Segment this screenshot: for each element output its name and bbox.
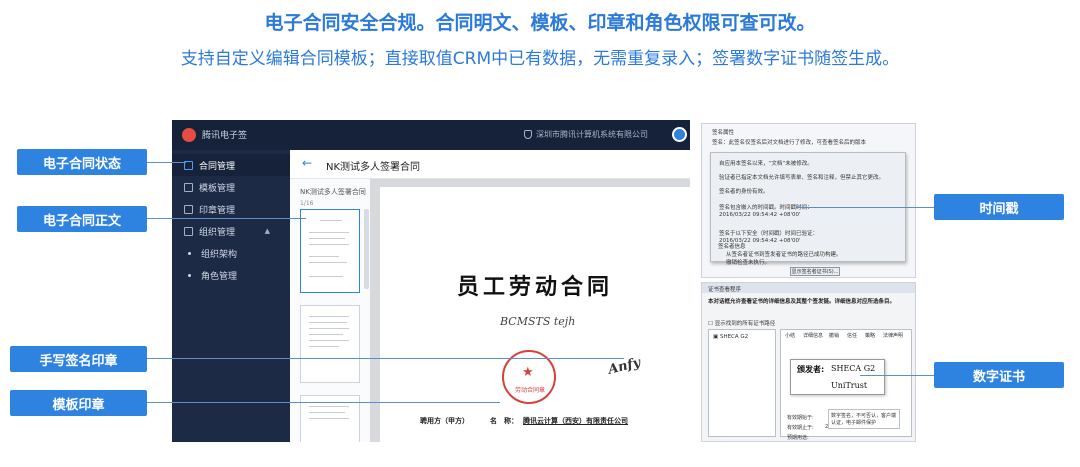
tab-trust[interactable]: 信任	[847, 332, 857, 339]
e-sign-app-screenshot: 腾讯电子签 深圳市腾讯计算机系统有限公司 合同管理 模板管理 印章管理 组织管理…	[172, 120, 690, 442]
signature-properties-screenshot: 签名属性 签名：此签名仅签名后对文档进行了修改，可查看签名后的版本 自应用本签名…	[701, 123, 916, 278]
connector-line	[146, 218, 306, 219]
page-indicator: 1/16	[300, 200, 314, 207]
connector-line	[146, 162, 186, 163]
field-label: 有效期始于:	[787, 415, 814, 421]
company-name: 深圳市腾讯计算机系统有限公司	[536, 130, 648, 139]
dialog-heading: 签名属性	[712, 130, 735, 136]
party-name-label: 名 称：	[490, 417, 518, 425]
organization-icon	[184, 226, 193, 236]
tab-legal[interactable]: 法律声明	[883, 332, 903, 339]
app-logo-icon	[182, 128, 196, 142]
dialog-description: 本对话框允许查看证书的详细信息及其整个签发链。详细信息对应所选条目。	[708, 299, 896, 305]
document-page: 员工劳动合同 BCMSTS tejh ★ 劳动合同章 Anfy 聘用方（甲方） …	[380, 187, 690, 442]
tab-revocation[interactable]: 撤销	[829, 332, 839, 339]
user-avatar[interactable]	[672, 127, 687, 142]
shield-icon	[524, 130, 532, 139]
signer-info-label: 签名者信息	[718, 244, 746, 250]
callout-contract-status: 电子合同状态	[17, 149, 147, 175]
dialog-title-bar: 证书查看程序	[702, 283, 915, 293]
sidebar: 合同管理 模板管理 印章管理 组织管理 ▲ 组织架构 角色管理	[172, 150, 290, 442]
connector-line	[796, 207, 934, 208]
connector-line	[146, 358, 624, 359]
tab-details[interactable]: 详细信息	[803, 332, 823, 339]
validity-line: 签名者的身份有效。	[719, 189, 769, 195]
callout-timestamp: 时间戳	[934, 194, 1064, 220]
sidebar-item-org-structure[interactable]: 组织架构	[172, 242, 290, 264]
tab-policy[interactable]: 策略	[865, 332, 875, 339]
sidebar-item-label: 合同管理	[199, 161, 236, 172]
sidebar-item-label: 组织架构	[201, 249, 238, 260]
callout-contract-body: 电子合同正文	[17, 206, 147, 232]
seal-icon	[184, 204, 193, 214]
certificate-viewer-screenshot: 证书查看程序 本对话框允许查看证书的详细信息及其整个签发链。详细信息对应所选条目…	[701, 282, 916, 442]
show-signer-cert-button[interactable]: 显示签名者证书(S)...	[790, 267, 840, 276]
app-top-bar: 腾讯电子签 深圳市腾讯计算机系统有限公司	[172, 120, 690, 150]
contract-title: NK测试多人签署合同	[326, 162, 421, 173]
sidebar-item-label: 角色管理	[201, 271, 238, 282]
validity-line: 自应用本签名以来，“文档”未被修改。	[719, 161, 813, 167]
sidebar-item-seals[interactable]: 印章管理	[172, 198, 290, 220]
signer-info-text: 撤销检查未执行。	[726, 260, 771, 266]
issuer-label: 颁发者:	[797, 365, 825, 374]
seal-label: 劳动合同章	[515, 387, 546, 394]
callout-template-seal: 模板印章	[10, 390, 147, 416]
callout-handwritten-seal: 手写签名印章	[10, 346, 147, 372]
bullet-icon	[188, 251, 191, 255]
sidebar-item-label: 模板管理	[199, 183, 236, 194]
contract-viewer: ← NK测试多人签署合同 NK测试多人签署合同 1/16 员工劳动合同 BCMS…	[290, 150, 690, 442]
certificate-tree[interactable]: ▣ SHECA G2	[708, 329, 776, 437]
timestamp-value: 2016/03/22 09:54:42 +08'00'	[719, 212, 801, 218]
chevron-up-icon: ▲	[264, 227, 270, 235]
usage-note: 数字签名，不可否认，客户端认证，电子邮件保护	[828, 409, 900, 429]
page-thumbnail[interactable]	[300, 305, 360, 383]
document-heading: 员工劳动合同	[456, 274, 613, 300]
validity-line: 签名于以下安全（时间戳）时间已验证：	[719, 231, 819, 237]
sidebar-item-roles[interactable]: 角色管理	[172, 264, 290, 286]
sidebar-item-label: 印章管理	[199, 205, 236, 216]
thumbnail-scrollbar[interactable]	[364, 209, 369, 289]
checkbox-label: 显示找到的所有证书路径	[714, 321, 776, 327]
sidebar-item-label: 组织管理	[199, 227, 236, 238]
template-icon	[184, 182, 193, 192]
tree-item[interactable]: ▣ SHECA G2	[713, 334, 748, 340]
dialog-text: 签名：此签名仅签名后对文档进行了修改，可查看签名后的版本	[712, 140, 867, 146]
star-icon: ★	[522, 365, 534, 380]
field-label: 预期用途:	[787, 435, 809, 441]
issuer-org: UniTrust	[831, 381, 868, 390]
app-name: 腾讯电子签	[202, 131, 248, 141]
handwritten-signature: BCMSTS tejh	[500, 315, 576, 328]
headline-primary: 电子合同安全合规。合同明文、模板、印章和角色权限可查可改。	[264, 12, 816, 34]
sidebar-item-contracts[interactable]: 合同管理	[172, 154, 290, 176]
callout-digital-cert: 数字证书	[934, 362, 1064, 388]
validity-line: 验证者已指定本文档允许填写表单、签名和注释，但禁止其它更改。	[719, 175, 885, 181]
bullet-icon	[188, 273, 191, 277]
dialog-title: 证书查看程序	[708, 287, 742, 293]
back-arrow-icon[interactable]: ←	[302, 156, 312, 170]
show-all-paths-checkbox[interactable]: ☐ 显示找到的所有证书路径	[708, 319, 775, 327]
signer-info-text: 从签名者证书到签发者证书的路径已成功构建。	[726, 252, 842, 258]
connector-line	[146, 402, 500, 403]
party-label: 聘用方（甲方）	[420, 417, 469, 425]
party-name-value: 腾讯云计算（西安）有限责任公司	[523, 417, 628, 425]
field-label: 有效期止于:	[787, 425, 814, 431]
sidebar-item-organization[interactable]: 组织管理 ▲	[172, 220, 290, 242]
issuer-name: SHECA G2	[831, 364, 876, 373]
page-thumbnail[interactable]	[300, 209, 360, 293]
issuer-tooltip: 颁发者: SHECA G2 UniTrust	[790, 359, 885, 395]
headline-secondary: 支持自定义编辑合同模板；直接取值CRM中已有数据，无需重复录入；签署数字证书随签…	[180, 49, 900, 69]
connector-line	[860, 375, 934, 376]
sidebar-item-templates[interactable]: 模板管理	[172, 176, 290, 198]
tab-summary[interactable]: 小结	[785, 332, 795, 339]
thumbnail-doc-name: NK测试多人签署合同	[300, 188, 366, 196]
